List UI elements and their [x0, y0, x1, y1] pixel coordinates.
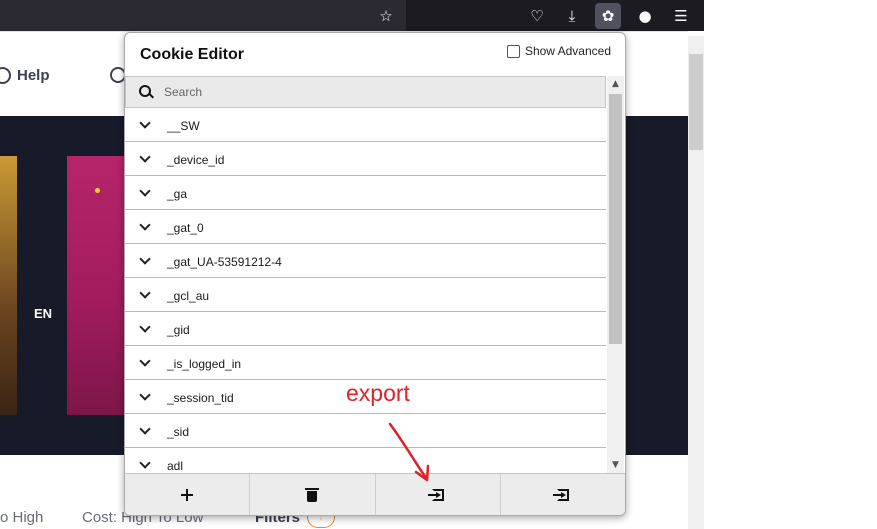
- add-icon: [181, 489, 194, 501]
- cookie-name: _gcl_au: [167, 289, 210, 303]
- cookie-row[interactable]: _gid: [125, 313, 606, 346]
- popup-title: Cookie Editor: [140, 46, 245, 63]
- scroll-down-icon[interactable]: ▼: [607, 457, 624, 473]
- export-icon: [552, 489, 569, 501]
- chevron-down-icon[interactable]: [139, 457, 151, 469]
- show-advanced-label: Show Advanced: [524, 44, 611, 58]
- pocket-icon[interactable]: ♡: [524, 3, 550, 29]
- chevron-down-icon[interactable]: [139, 253, 151, 265]
- cookie-name: _gid: [167, 323, 190, 337]
- scroll-up-icon[interactable]: ▲: [607, 76, 624, 92]
- delete-all-button[interactable]: [250, 474, 376, 515]
- search-bar: [125, 76, 606, 108]
- help-label: Help: [17, 67, 50, 84]
- cookie-name: _is_logged_in: [167, 357, 242, 371]
- chevron-down-icon[interactable]: [139, 355, 151, 367]
- chevron-down-icon[interactable]: [139, 321, 151, 333]
- cookie-list-scrollbar-thumb[interactable]: [609, 94, 622, 344]
- chevron-down-icon[interactable]: [139, 151, 151, 163]
- cookie-row[interactable]: _gcl_au: [125, 279, 606, 312]
- download-icon[interactable]: ⤓: [559, 3, 585, 29]
- star-icon[interactable]: ☆: [373, 3, 399, 29]
- delete-icon: [305, 487, 320, 502]
- cookie-row[interactable]: _gat_UA-53591212-4: [125, 245, 606, 278]
- import-icon: [427, 489, 444, 501]
- cookie-list: __SW _device_id _ga _gat_0 _gat_UA-53591…: [125, 109, 606, 473]
- cookie-row[interactable]: _is_logged_in: [125, 347, 606, 380]
- cookie-editor-popup: Cookie Editor Show Advanced __SW _device…: [124, 32, 626, 516]
- export-button[interactable]: [501, 474, 625, 515]
- chevron-down-icon[interactable]: [139, 117, 151, 129]
- show-advanced-checkbox[interactable]: [506, 44, 520, 58]
- extension-icon[interactable]: ●: [632, 3, 658, 29]
- location-pin-icon: [95, 188, 100, 193]
- annotation-label: export: [346, 380, 410, 406]
- popup-footer: [125, 473, 625, 515]
- cookie-editor-icon[interactable]: ✿: [595, 3, 621, 29]
- cookie-row[interactable]: adl: [125, 449, 606, 473]
- chevron-down-icon[interactable]: [139, 219, 151, 231]
- add-cookie-button[interactable]: [125, 474, 251, 515]
- cookie-name: __SW: [167, 119, 200, 133]
- promo-card-text: EN: [34, 306, 53, 321]
- chevron-down-icon[interactable]: [139, 185, 151, 197]
- cookie-list-scrollbar[interactable]: ▲ ▼: [607, 76, 624, 473]
- cookie-row[interactable]: __SW: [125, 109, 606, 142]
- cookie-row[interactable]: _gat_0: [125, 211, 606, 244]
- cookie-name: _gat_UA-53591212-4: [167, 255, 282, 269]
- menu-icon[interactable]: ☰: [668, 3, 694, 29]
- sort-option[interactable]: o High: [0, 509, 43, 526]
- cookie-name: _ga: [167, 187, 188, 201]
- cookie-row[interactable]: _sid: [125, 415, 606, 448]
- annotation-arrow-icon: [388, 422, 430, 482]
- cookie-row[interactable]: _device_id: [125, 143, 606, 176]
- help-link[interactable]: Help: [0, 67, 50, 84]
- cookie-row[interactable]: _ga: [125, 177, 606, 210]
- cookie-name: _device_id: [167, 153, 225, 167]
- cookie-name: _session_tid: [167, 391, 234, 405]
- url-bar[interactable]: [0, 0, 406, 31]
- cookie-name: _sid: [167, 425, 190, 439]
- search-icon: [139, 85, 151, 97]
- help-icon: [0, 67, 11, 84]
- search-input[interactable]: [164, 83, 584, 101]
- cookie-name: adl: [167, 459, 184, 473]
- chevron-down-icon[interactable]: [139, 389, 151, 401]
- page-scrollbar[interactable]: [688, 36, 704, 529]
- chevron-down-icon[interactable]: [139, 287, 151, 299]
- chevron-down-icon[interactable]: [139, 423, 151, 435]
- promo-card-pizza[interactable]: [0, 156, 17, 415]
- show-advanced-toggle[interactable]: Show Advanced: [506, 44, 611, 58]
- desktop-background: [704, 0, 877, 529]
- cookie-name: _gat_0: [167, 221, 204, 235]
- browser-toolbar: ☆ ♡ ⤓ ✿ ● ☰: [0, 0, 704, 31]
- page-scrollbar-thumb[interactable]: [689, 54, 703, 150]
